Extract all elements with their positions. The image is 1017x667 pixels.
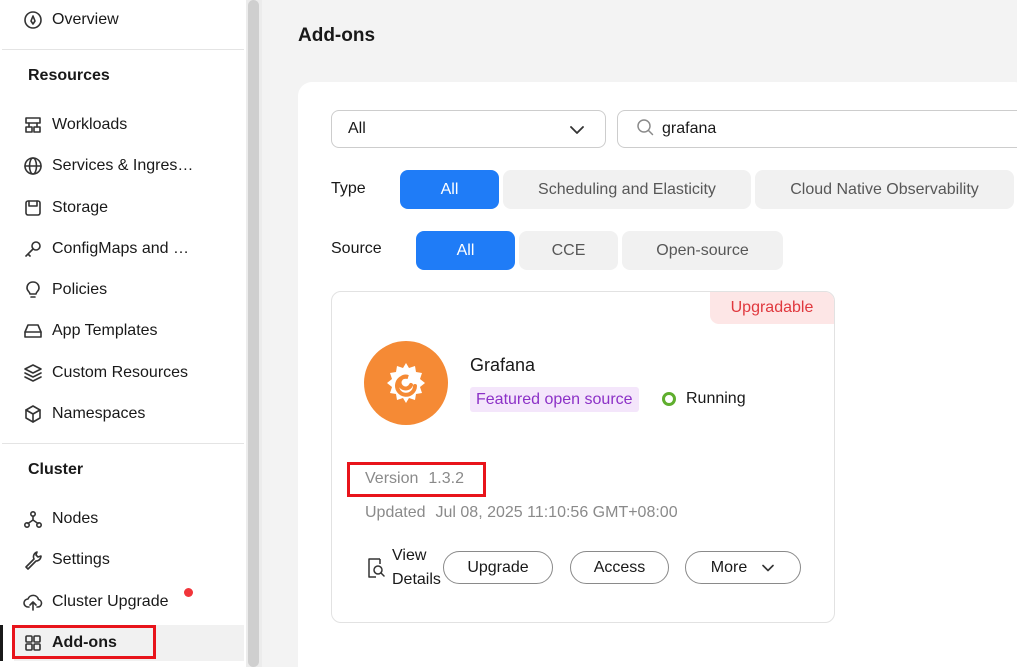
sidebar-item-workloads[interactable]: Workloads (14, 107, 244, 143)
sidebar-item-label: Namespaces (52, 405, 146, 422)
active-indicator (0, 625, 3, 661)
status-indicator: Running (662, 390, 746, 408)
globe-icon (22, 155, 44, 177)
section-title-resources: Resources (28, 67, 110, 84)
type-filter-label: Type (331, 180, 366, 197)
layers-icon (22, 362, 44, 384)
storage-icon (22, 197, 44, 219)
wrench-icon (22, 549, 44, 571)
updated-label: Updated (365, 504, 426, 521)
sidebar-item-label: Custom Resources (52, 364, 189, 381)
view-details-label: View Details (392, 547, 441, 588)
featured-tag: Featured open source (470, 387, 639, 412)
highlight-box-add-ons (12, 625, 156, 659)
section-title-cluster: Cluster (28, 461, 84, 478)
source-chip-all[interactable]: All (416, 231, 515, 270)
updated-value: Jul 08, 2025 11:10:56 GMT+08:00 (435, 504, 678, 521)
sidebar-item-cluster-upgrade[interactable]: Cluster Upgrade (14, 584, 244, 620)
sidebar-item-configmaps[interactable]: ConfigMaps and … (14, 231, 244, 267)
chevron-down-icon (761, 561, 775, 575)
view-details-link[interactable]: View Details (366, 544, 446, 592)
sidebar-item-nodes[interactable]: Nodes (14, 501, 244, 537)
sidebar-item-label: ConfigMaps and … (52, 240, 189, 257)
sidebar-item-services-ingress[interactable]: Services & Ingres… (14, 148, 244, 184)
sidebar-divider (2, 49, 244, 50)
type-chip-observability[interactable]: Cloud Native Observability (755, 170, 1014, 209)
updated-row: Updated Jul 08, 2025 11:10:56 GMT+08:00 (365, 504, 678, 522)
sidebar-item-label: Workloads (52, 116, 128, 133)
overview-icon (22, 9, 44, 31)
sidebar-item-settings[interactable]: Settings (14, 542, 244, 578)
sidebar-item-overview[interactable]: Overview (14, 2, 244, 38)
sidebar-item-storage[interactable]: Storage (14, 190, 244, 226)
sidebar-divider (2, 443, 244, 444)
chevron-down-icon (569, 122, 585, 143)
key-icon (22, 238, 44, 260)
category-select[interactable]: All (331, 110, 606, 148)
type-chip-all[interactable]: All (400, 170, 499, 209)
more-button-label: More (710, 558, 748, 576)
sidebar-item-app-templates[interactable]: App Templates (14, 313, 244, 349)
grafana-icon (387, 363, 425, 403)
running-status-icon (662, 392, 676, 406)
access-button[interactable]: Access (570, 551, 669, 584)
sidebar-item-label: Nodes (52, 510, 99, 527)
source-filter-label: Source (331, 240, 382, 257)
sidebar-item-custom-resources[interactable]: Custom Resources (14, 355, 244, 391)
sidebar-item-label: Services & Ingres… (52, 157, 194, 174)
app-templates-icon (22, 320, 44, 342)
sidebar-item-namespaces[interactable]: Namespaces (14, 396, 244, 432)
sidebar-item-label: Storage (52, 199, 109, 216)
search-field[interactable] (617, 110, 1017, 148)
cube-icon (22, 403, 44, 425)
upgrade-button[interactable]: Upgrade (443, 551, 553, 584)
cloud-upload-icon (22, 591, 44, 613)
view-details-icon (366, 557, 386, 584)
workloads-icon (22, 114, 44, 136)
type-chip-scheduling[interactable]: Scheduling and Elasticity (503, 170, 751, 209)
source-chip-cce[interactable]: CCE (519, 231, 618, 270)
more-button[interactable]: More (685, 551, 801, 584)
lightbulb-icon (22, 279, 44, 301)
sidebar-item-label: Overview (52, 11, 119, 28)
sidebar-item-label: Policies (52, 281, 108, 298)
sidebar-item-label: Cluster Upgrade (52, 593, 169, 610)
sidebar-item-label: Settings (52, 551, 110, 568)
sidebar: Overview Resources Workloads Services & … (0, 0, 262, 667)
source-chip-open-source[interactable]: Open-source (622, 231, 783, 270)
sidebar-item-label: App Templates (52, 322, 158, 339)
search-icon (636, 118, 654, 141)
addon-name: Grafana (470, 355, 536, 375)
page-title: Add-ons (298, 25, 376, 46)
highlight-box-version (347, 462, 486, 497)
search-input[interactable] (662, 120, 962, 138)
status-text: Running (686, 390, 746, 407)
alert-dot (184, 588, 193, 597)
category-select-value: All (348, 120, 366, 137)
sidebar-scrollbar[interactable] (248, 0, 259, 667)
nodes-icon (22, 508, 44, 530)
sidebar-item-policies[interactable]: Policies (14, 272, 244, 308)
grafana-logo (364, 341, 448, 425)
upgradable-badge: Upgradable (710, 292, 834, 324)
